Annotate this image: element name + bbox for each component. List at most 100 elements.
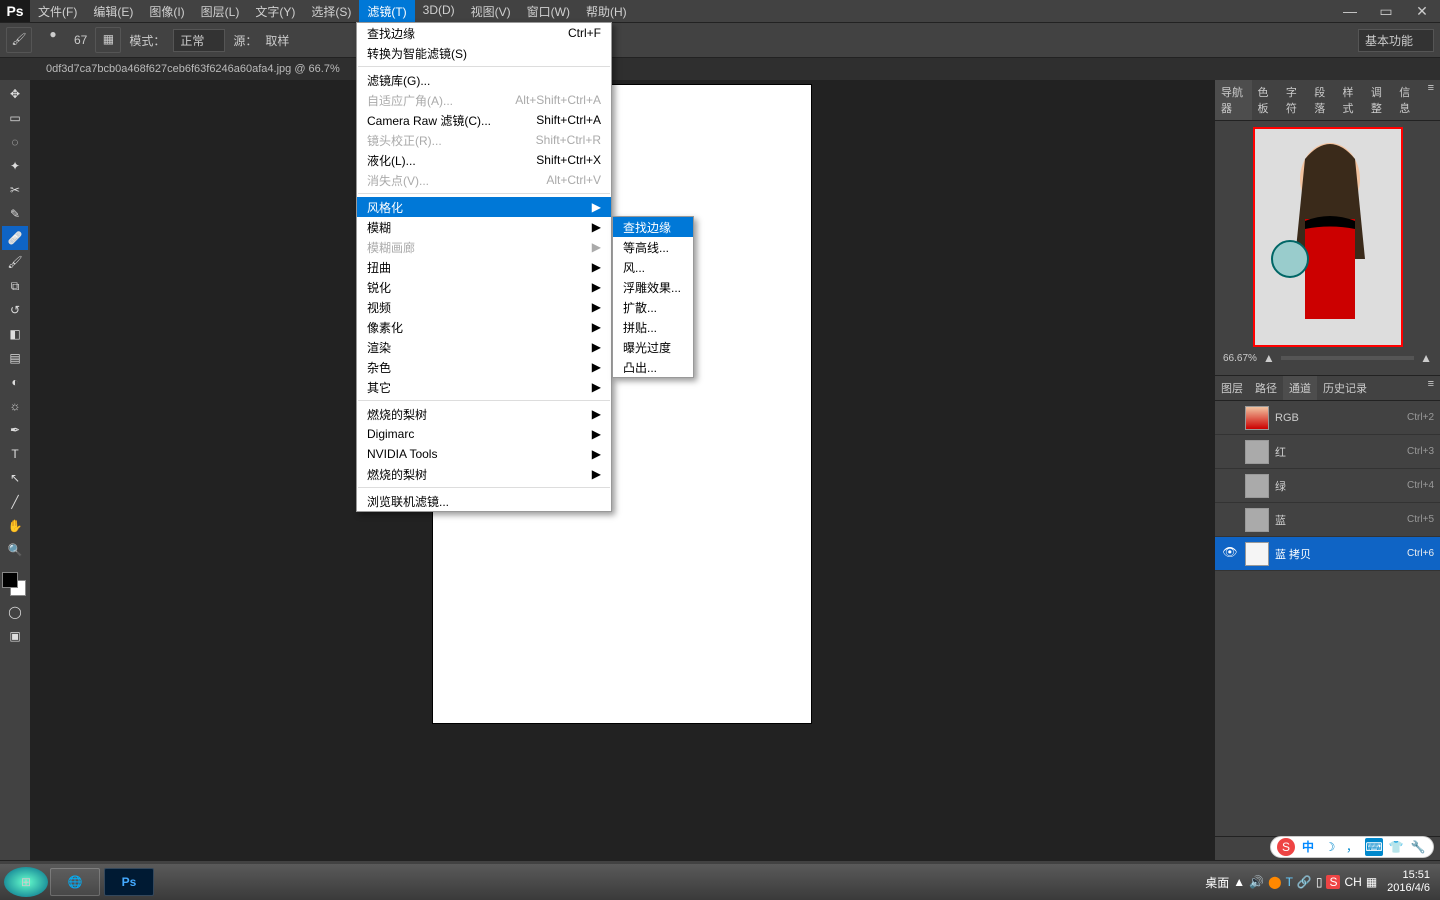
channel-row[interactable]: 绿Ctrl+4 <box>1215 469 1440 503</box>
channel-visibility-icon[interactable] <box>1221 409 1239 427</box>
menu-view[interactable]: 视图(V) <box>463 0 519 23</box>
filter-menu-item[interactable]: 转换为智能滤镜(S) <box>357 43 611 63</box>
eyedropper-tool[interactable]: ✎ <box>2 202 28 226</box>
ime-settings-icon[interactable]: 🔧 <box>1409 838 1427 856</box>
menu-select[interactable]: 选择(S) <box>303 0 359 23</box>
menu-image[interactable]: 图像(I) <box>141 0 192 23</box>
maximize-button[interactable]: ▭ <box>1368 0 1404 22</box>
blur-tool[interactable]: ◐ <box>2 370 28 394</box>
stylize-menu-item[interactable]: 浮雕效果... <box>613 277 693 297</box>
tab-navigator[interactable]: 导航器 <box>1215 80 1252 120</box>
tab-adjust[interactable]: 调整 <box>1365 80 1393 120</box>
lasso-tool[interactable]: ◌ <box>2 130 28 154</box>
tab-swatches[interactable]: 色板 <box>1252 80 1280 120</box>
foreground-color[interactable] <box>2 572 18 588</box>
channel-row[interactable]: 👁蓝 拷贝Ctrl+6 <box>1215 537 1440 571</box>
marquee-tool[interactable]: ▭ <box>2 106 28 130</box>
tray-network-icon[interactable]: 🔗 <box>1297 875 1312 889</box>
taskbar-app-photoshop[interactable]: Ps <box>104 868 154 896</box>
menu-type[interactable]: 文字(Y) <box>247 0 303 23</box>
minimize-button[interactable]: — <box>1332 0 1368 22</box>
filter-menu-item[interactable]: 风格化▶ <box>357 197 611 217</box>
menu-3d[interactable]: 3D(D) <box>415 0 463 23</box>
tab-styles[interactable]: 样式 <box>1337 80 1365 120</box>
filter-menu-item[interactable]: 滤镜库(G)... <box>357 70 611 90</box>
channel-row[interactable]: 红Ctrl+3 <box>1215 435 1440 469</box>
menu-help[interactable]: 帮助(H) <box>578 0 635 23</box>
tray-icon-1[interactable]: ⬤ <box>1268 875 1281 889</box>
eraser-tool[interactable]: ◧ <box>2 322 28 346</box>
ime-lang-label[interactable]: 中 <box>1299 838 1317 856</box>
start-button[interactable]: ⊞ <box>4 867 48 897</box>
filter-menu-item[interactable]: 其它▶ <box>357 377 611 397</box>
zoom-in-icon[interactable]: ▲ <box>1420 351 1432 365</box>
tab-paths[interactable]: 路径 <box>1249 376 1283 400</box>
navigator-thumbnail[interactable] <box>1253 127 1403 347</box>
stylize-menu-item[interactable]: 曝光过度 <box>613 337 693 357</box>
brush-panel-button[interactable]: ▦ <box>95 27 121 53</box>
filter-menu-item[interactable]: 浏览联机滤镜... <box>357 491 611 511</box>
tray-icon-3[interactable]: CH <box>1344 875 1361 889</box>
filter-menu-item[interactable]: 燃烧的梨树▶ <box>357 464 611 484</box>
taskbar-app-1[interactable]: 🌐 <box>50 868 100 896</box>
channel-visibility-icon[interactable]: 👁 <box>1221 545 1239 563</box>
panel-menu-icon[interactable]: ≡ <box>1422 376 1440 400</box>
taskbar-clock[interactable]: 15:51 2016/4/6 <box>1381 869 1436 895</box>
stylize-menu-item[interactable]: 等高线... <box>613 237 693 257</box>
document-tab[interactable]: 0df3d7ca7bcb0a468f627ceb6f63f6246a60afa4… <box>46 63 340 75</box>
filter-menu-item[interactable]: 锐化▶ <box>357 277 611 297</box>
pen-tool[interactable]: ✒ <box>2 418 28 442</box>
filter-menu-item[interactable]: 杂色▶ <box>357 357 611 377</box>
tab-character[interactable]: 字符 <box>1280 80 1308 120</box>
dodge-tool[interactable]: ☼ <box>2 394 28 418</box>
tray-desktop-label[interactable]: 桌面 <box>1205 874 1229 891</box>
magic-wand-tool[interactable]: ✦ <box>2 154 28 178</box>
filter-menu-item[interactable]: 扭曲▶ <box>357 257 611 277</box>
filter-menu-item[interactable]: NVIDIA Tools▶ <box>357 444 611 464</box>
stylize-menu-item[interactable]: 风... <box>613 257 693 277</box>
filter-menu-item[interactable]: 视频▶ <box>357 297 611 317</box>
close-button[interactable]: ✕ <box>1404 0 1440 22</box>
line-tool[interactable]: ╱ <box>2 490 28 514</box>
healing-brush-tool[interactable]: 🩹 <box>2 226 28 250</box>
brush-size-icon[interactable]: ● <box>40 27 66 53</box>
tool-preset-icon[interactable]: 🖌 <box>6 27 32 53</box>
type-tool[interactable]: T <box>2 442 28 466</box>
workspace-select[interactable]: 基本功能 <box>1358 29 1434 52</box>
tray-icon-s[interactable]: S <box>1326 875 1340 889</box>
filter-menu-item[interactable]: 像素化▶ <box>357 317 611 337</box>
tab-history[interactable]: 历史记录 <box>1317 376 1373 400</box>
screenmode-tool[interactable]: ▣ <box>2 624 28 648</box>
path-select-tool[interactable]: ↖ <box>2 466 28 490</box>
canvas-area[interactable] <box>30 80 1214 860</box>
stylize-menu-item[interactable]: 拼贴... <box>613 317 693 337</box>
channel-visibility-icon[interactable] <box>1221 511 1239 529</box>
foreground-background-swatch[interactable] <box>2 572 26 596</box>
gradient-tool[interactable]: ▤ <box>2 346 28 370</box>
channel-visibility-icon[interactable] <box>1221 477 1239 495</box>
filter-menu-item[interactable]: 模糊▶ <box>357 217 611 237</box>
menu-filter[interactable]: 滤镜(T) <box>359 0 414 23</box>
tray-up-icon[interactable]: ▲ <box>1233 875 1245 889</box>
mode-select[interactable]: 正常 <box>173 29 225 52</box>
zoom-out-icon[interactable]: ▲ <box>1263 351 1275 365</box>
stylize-menu-item[interactable]: 扩散... <box>613 297 693 317</box>
tab-paragraph[interactable]: 段落 <box>1308 80 1336 120</box>
tray-flag-icon[interactable]: ▯ <box>1316 875 1323 889</box>
channel-row[interactable]: 蓝Ctrl+5 <box>1215 503 1440 537</box>
tab-channels[interactable]: 通道 <box>1283 376 1317 400</box>
move-tool[interactable]: ✥ <box>2 82 28 106</box>
tab-layers[interactable]: 图层 <box>1215 376 1249 400</box>
filter-menu-item[interactable]: 渲染▶ <box>357 337 611 357</box>
tray-speaker-icon[interactable]: 🔊 <box>1249 875 1264 889</box>
panel-menu-icon[interactable]: ≡ <box>1422 80 1440 120</box>
filter-menu-item[interactable]: 燃烧的梨树▶ <box>357 404 611 424</box>
history-brush-tool[interactable]: ↺ <box>2 298 28 322</box>
menu-edit[interactable]: 编辑(E) <box>85 0 141 23</box>
filter-menu-item[interactable]: 液化(L)...Shift+Ctrl+X <box>357 150 611 170</box>
ime-punct-icon[interactable]: ， <box>1343 838 1361 856</box>
tray-icon-2[interactable]: T <box>1286 875 1293 889</box>
navigator-slider[interactable] <box>1281 356 1414 360</box>
stylize-menu-item[interactable]: 查找边缘 <box>613 217 693 237</box>
tab-info[interactable]: 信息 <box>1393 80 1421 120</box>
